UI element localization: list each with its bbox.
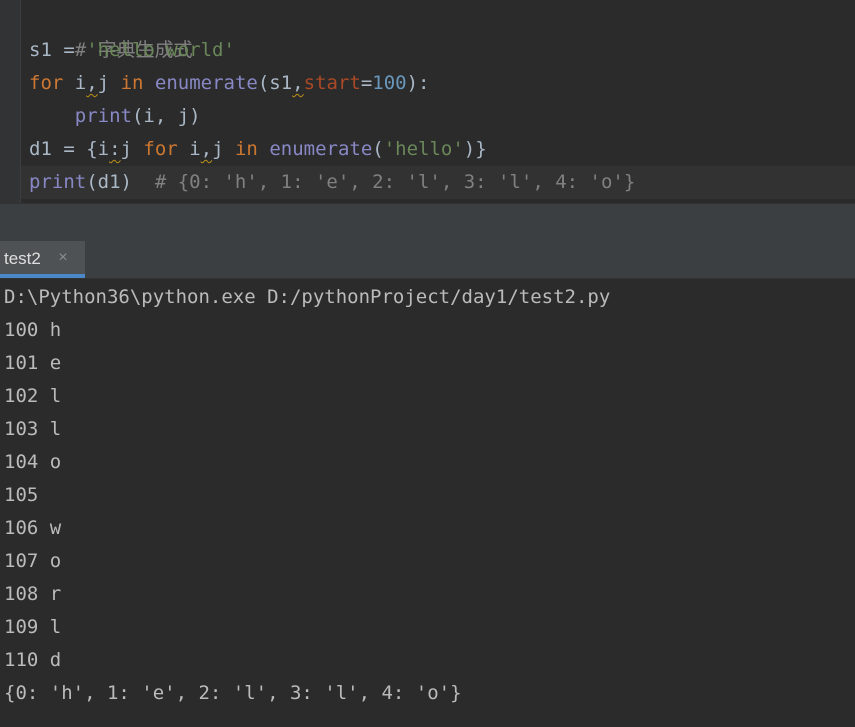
run-tab-test2[interactable]: test2 × [0, 241, 85, 278]
code-warning[interactable]: : [109, 138, 120, 160]
code-text: (s1 [257, 72, 293, 94]
code-line-2[interactable]: s1 = 'hello world' [29, 34, 235, 67]
close-icon[interactable]: × [55, 250, 71, 266]
code-comment: # {0: 'h', 1: 'e', 2: 'l', 3: 'l', 4: 'o… [131, 171, 636, 193]
console-line: {0: 'h', 1: 'e', 2: 'l', 3: 'l', 4: 'o'} [4, 682, 462, 704]
code-warning[interactable]: , [201, 138, 212, 160]
code-builtin: enumerate [257, 138, 373, 160]
code-keyword: in [120, 72, 144, 94]
code-text: j [212, 138, 235, 160]
run-tab-bar: test2 × [0, 241, 855, 279]
code-text: s1 = [29, 39, 87, 61]
code-line-4[interactable]: print(i, j) [29, 100, 201, 133]
console-line: 108 r [4, 583, 62, 605]
console-line: 101 e [4, 352, 62, 374]
console-line: 104 o [4, 451, 62, 473]
code-line-3[interactable]: for i,j in enumerate(s1,start=100): [29, 67, 430, 100]
code-text: i [177, 138, 201, 160]
code-text: (i, j) [131, 105, 201, 127]
code-text: j [120, 138, 144, 160]
code-warning[interactable]: , [292, 72, 303, 94]
code-number: 100 [372, 72, 407, 94]
code-builtin: print [29, 171, 87, 193]
run-tab-label: test2 [4, 249, 41, 268]
code-string: 'hello world' [86, 39, 235, 61]
console-line: 102 l [4, 385, 62, 407]
console-line: 100 h [4, 319, 62, 341]
console-line: 107 o [4, 550, 62, 572]
code-text: d1 = {i [29, 138, 110, 160]
console-line: 110 d [4, 649, 62, 671]
code-keyword: for [143, 138, 178, 160]
active-tab-indicator [0, 274, 85, 278]
code-editor[interactable]: # 字典生成式 s1 = 'hello world' for i,j in en… [0, 0, 855, 203]
code-builtin: print [74, 105, 132, 127]
code-builtin: enumerate [143, 72, 258, 94]
code-text: i [63, 72, 87, 94]
code-text: (d1) [86, 171, 132, 193]
code-text: j [97, 72, 121, 94]
code-param: start [303, 72, 361, 94]
console-line: 106 w [4, 517, 62, 539]
code-text: = [360, 72, 373, 94]
code-keyword: in [234, 138, 258, 160]
code-line-6[interactable]: print(d1) # {0: 'h', 1: 'e', 2: 'l', 3: … [21, 166, 855, 199]
code-text: ( [372, 138, 384, 160]
console-line: D:\Python36\python.exe D:/pythonProject/… [4, 286, 611, 308]
code-line-5[interactable]: d1 = {i:j for i,j in enumerate('hello')} [29, 133, 487, 166]
pane-splitter[interactable] [0, 203, 855, 242]
console-line: 105 [4, 484, 62, 506]
editor-gutter [0, 0, 21, 203]
code-text: ): [406, 72, 430, 94]
code-line-1[interactable]: # 字典生成式 [29, 1, 193, 61]
code-keyword: for [29, 72, 64, 94]
code-string: 'hello' [383, 138, 464, 160]
console-line: 103 l [4, 418, 62, 440]
console-line: 109 l [4, 616, 62, 638]
code-warning[interactable]: , [86, 72, 97, 94]
code-text: )} [463, 138, 487, 160]
run-console[interactable]: D:\Python36\python.exe D:/pythonProject/… [0, 279, 855, 727]
